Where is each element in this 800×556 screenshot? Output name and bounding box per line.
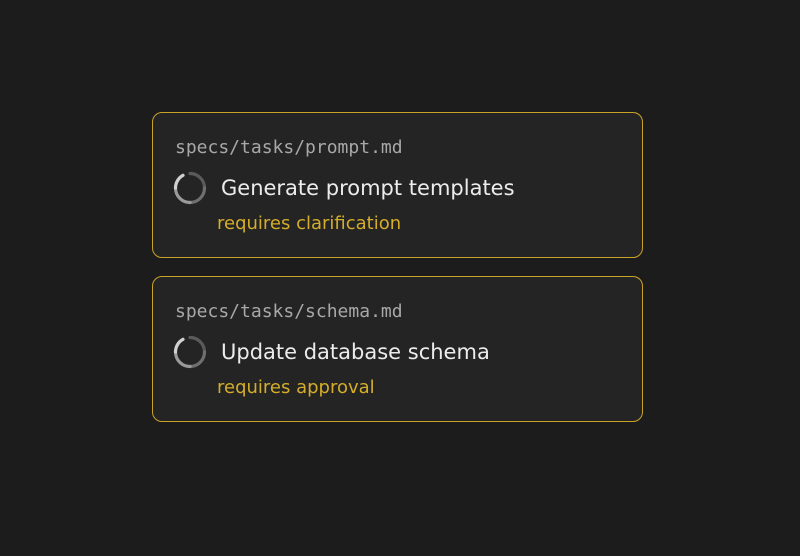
task-file-path[interactable]: specs/tasks/prompt.md (175, 137, 403, 158)
loading-spinner-icon (173, 335, 207, 369)
loading-spinner-icon (173, 171, 207, 205)
task-status-label: requires approval (217, 377, 375, 398)
task-card-prompt[interactable]: specs/tasks/prompt.md Generate prompt te… (152, 112, 643, 258)
task-row: Generate prompt templates (173, 171, 515, 205)
task-row: Update database schema (173, 335, 490, 369)
task-title: Update database schema (221, 340, 490, 364)
task-list: specs/tasks/prompt.md Generate prompt te… (0, 0, 800, 556)
task-status-label: requires clarification (217, 213, 402, 234)
task-card-schema[interactable]: specs/tasks/schema.md Update database sc… (152, 276, 643, 422)
task-file-path[interactable]: specs/tasks/schema.md (175, 301, 403, 322)
task-title: Generate prompt templates (221, 176, 515, 200)
